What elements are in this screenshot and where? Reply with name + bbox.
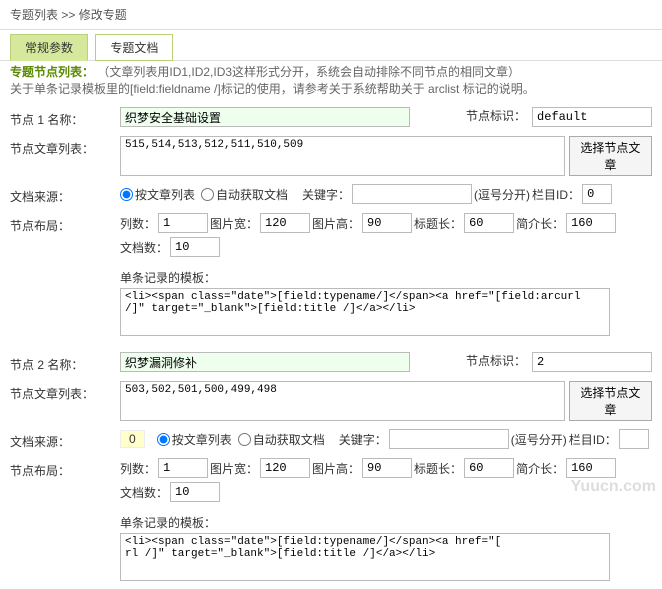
node2-imgh-label: 图片高： <box>312 460 360 477</box>
breadcrumb-b: 修改专题 <box>79 8 127 22</box>
node2-cols-label: 列数： <box>120 460 156 477</box>
node2-radio2-label[interactable]: 自动获取文档 <box>238 431 325 448</box>
node1-imgh-input[interactable] <box>362 213 412 233</box>
section-hint1: （文章列表用ID1,ID2,ID3这样形式分开，系统会自动排除不同节点的相同文章… <box>97 65 520 79</box>
section-header: 专题节点列表： （文章列表用ID1,ID2,ID3这样形式分开，系统会自动排除不… <box>0 60 662 99</box>
node2-highlight: 0 <box>120 430 145 448</box>
node2-docnum-label: 文档数： <box>120 484 168 501</box>
node2-col-input[interactable] <box>619 429 649 449</box>
node2-infolen-input[interactable] <box>566 458 616 478</box>
node2-kw-label: 关键字： <box>339 431 387 448</box>
node1-docnum-label: 文档数： <box>120 239 168 256</box>
node1-radio1[interactable] <box>120 188 133 201</box>
node2-imgw-input[interactable] <box>260 458 310 478</box>
node1-name-input[interactable] <box>120 107 410 127</box>
node1-infolen-label: 简介长： <box>516 215 564 232</box>
node1-tpl-textarea[interactable] <box>120 288 610 336</box>
node2-titlelen-label: 标题长： <box>414 460 462 477</box>
node2-kw-hint: (逗号分开) <box>511 431 567 448</box>
node2-imgw-label: 图片宽： <box>210 460 258 477</box>
breadcrumb: 专题列表 >> 修改专题 <box>0 0 662 30</box>
node1-radio1-text: 按文章列表 <box>135 186 195 203</box>
node1-docsrc-label: 文档来源： <box>10 184 120 205</box>
node1-cols-input[interactable] <box>158 213 208 233</box>
section-title: 专题节点列表： <box>10 65 94 79</box>
node2-infolen-label: 简介长： <box>516 460 564 477</box>
node2-imgh-input[interactable] <box>362 458 412 478</box>
node1-tpl-label: 单条记录的模板： <box>120 265 216 286</box>
node2-kw-input[interactable] <box>389 429 509 449</box>
node1-kw-hint: (逗号分开) <box>474 186 530 203</box>
node1-imgw-label: 图片宽： <box>210 215 258 232</box>
node1-radio2-text: 自动获取文档 <box>216 186 288 203</box>
node1-titlelen-input[interactable] <box>464 213 514 233</box>
node2-layout-label: 节点布局： <box>10 458 120 479</box>
node1-name-label: 节点 1 名称： <box>10 107 120 128</box>
node2-list-textarea[interactable] <box>120 381 565 421</box>
node2-tag-input[interactable] <box>532 352 652 372</box>
node2-titlelen-input[interactable] <box>464 458 514 478</box>
node1-tag-input[interactable] <box>532 107 652 127</box>
node1-kw-label: 关键字： <box>302 186 350 203</box>
node2-radio1-label[interactable]: 按文章列表 <box>157 431 232 448</box>
node1-list-textarea[interactable] <box>120 136 565 176</box>
node2-name-input[interactable] <box>120 352 410 372</box>
node1-docnum-input[interactable] <box>170 237 220 257</box>
node2-tpl-textarea[interactable] <box>120 533 610 581</box>
node1-infolen-input[interactable] <box>566 213 616 233</box>
node1-tag-label: 节点标识： <box>466 107 526 124</box>
tabs: 常规参数 专题文档 <box>0 34 662 61</box>
node2-list-label: 节点文章列表： <box>10 381 120 402</box>
node2-radio1[interactable] <box>157 433 170 446</box>
node1-block: 节点 1 名称： 节点标识： 节点文章列表： 选择节点文章 文档来源： 按文章列… <box>0 99 662 344</box>
node2-cols-input[interactable] <box>158 458 208 478</box>
node1-kw-input[interactable] <box>352 184 472 204</box>
node2-radio2[interactable] <box>238 433 251 446</box>
node2-select-button[interactable]: 选择节点文章 <box>569 381 652 421</box>
breadcrumb-a[interactable]: 专题列表 <box>10 8 58 22</box>
node1-col-input[interactable] <box>582 184 612 204</box>
tab-general[interactable]: 常规参数 <box>10 34 88 61</box>
node1-radio1-label[interactable]: 按文章列表 <box>120 186 195 203</box>
node1-titlelen-label: 标题长： <box>414 215 462 232</box>
node2-docnum-input[interactable] <box>170 482 220 502</box>
node1-layout-label: 节点布局： <box>10 213 120 234</box>
node2-tpl-label: 单条记录的模板： <box>120 510 216 531</box>
node1-select-button[interactable]: 选择节点文章 <box>569 136 652 176</box>
node2-name-label: 节点 2 名称： <box>10 352 120 373</box>
node2-tag-label: 节点标识： <box>466 352 526 369</box>
node1-radio2[interactable] <box>201 188 214 201</box>
node1-imgw-input[interactable] <box>260 213 310 233</box>
breadcrumb-sep: >> <box>61 8 75 22</box>
tab-docs[interactable]: 专题文档 <box>95 34 173 61</box>
node2-block: 节点 2 名称： 节点标识： 节点文章列表： 选择节点文章 文档来源： 0 按文… <box>0 344 662 589</box>
node2-radio1-text: 按文章列表 <box>172 431 232 448</box>
node2-col-label: 栏目ID： <box>569 431 617 448</box>
node1-imgh-label: 图片高： <box>312 215 360 232</box>
section-hint2: 关于单条记录模板里的[field:fieldname /]标记的使用，请参考关于… <box>10 82 535 96</box>
node1-col-label: 栏目ID： <box>532 186 580 203</box>
node1-cols-label: 列数： <box>120 215 156 232</box>
node2-radio2-text: 自动获取文档 <box>253 431 325 448</box>
node2-docsrc-label: 文档来源： <box>10 429 120 450</box>
node1-list-label: 节点文章列表： <box>10 136 120 157</box>
node1-radio2-label[interactable]: 自动获取文档 <box>201 186 288 203</box>
